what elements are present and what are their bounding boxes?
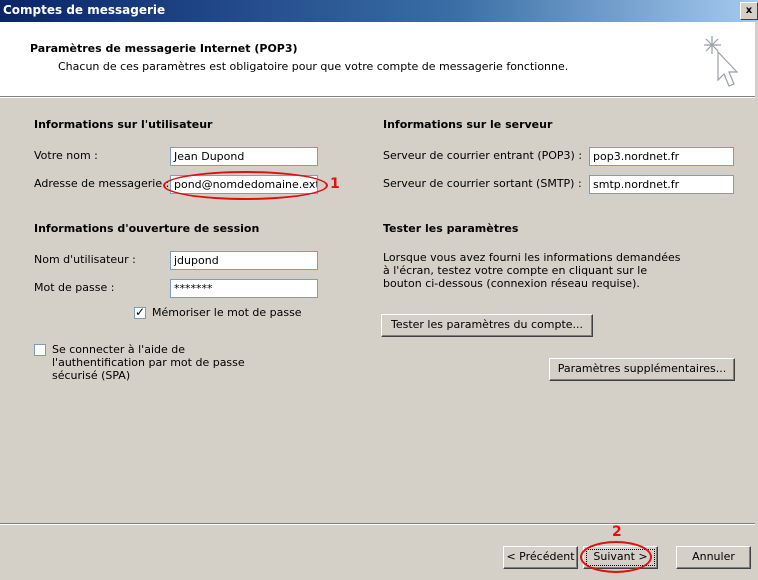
name-field[interactable]: Jean Dupond xyxy=(170,147,318,166)
user-info-heading: Informations sur l'utilisateur xyxy=(34,118,213,131)
spa-label-line-2: l'authentification par mot de passe xyxy=(52,356,245,369)
username-label: Nom d'utilisateur : xyxy=(34,253,136,266)
wizard-content: Informations sur l'utilisateur Votre nom… xyxy=(0,98,758,580)
window-title: Comptes de messagerie xyxy=(3,3,166,17)
footer-separator-highlight xyxy=(0,524,758,525)
annotation-mark-2: 2 xyxy=(612,524,622,540)
spa-checkbox[interactable] xyxy=(34,344,46,356)
page-subtitle: Chacun de ces paramètres est obligatoire… xyxy=(58,60,569,73)
previous-button[interactable]: < Précédent xyxy=(503,546,578,569)
username-field[interactable]: jdupond xyxy=(170,251,318,270)
more-settings-button[interactable]: Paramètres supplémentaires... xyxy=(549,358,735,381)
wizard-cursor-icon xyxy=(704,36,739,87)
wizard-header: Paramètres de messagerie Internet (POP3)… xyxy=(0,22,758,96)
password-field[interactable]: ******* xyxy=(170,279,318,298)
test-description-line-1: Lorsque vous avez fourni les information… xyxy=(383,251,681,264)
spa-label: Se connecter à l'aide de l'authentificat… xyxy=(52,343,245,382)
name-label: Votre nom : xyxy=(34,149,98,162)
check-icon: ✓ xyxy=(135,305,146,319)
spa-label-line-1: Se connecter à l'aide de xyxy=(52,343,185,356)
remember-password-checkbox[interactable]: ✓ xyxy=(134,305,146,319)
test-settings-heading: Tester les paramètres xyxy=(383,222,519,235)
page-title: Paramètres de messagerie Internet (POP3) xyxy=(30,42,298,55)
test-description: Lorsque vous avez fourni les information… xyxy=(383,251,680,290)
title-bar: Comptes de messagerie x xyxy=(0,0,758,22)
incoming-server-field[interactable]: pop3.nordnet.fr xyxy=(589,147,734,166)
password-label: Mot de passe : xyxy=(34,281,115,294)
incoming-server-label: Serveur de courrier entrant (POP3) : xyxy=(383,149,583,162)
close-icon[interactable]: x xyxy=(740,2,758,20)
annotation-ellipse-1 xyxy=(163,171,328,200)
cancel-button[interactable]: Annuler xyxy=(676,546,751,569)
server-info-heading: Informations sur le serveur xyxy=(383,118,553,131)
outgoing-server-field[interactable]: smtp.nordnet.fr xyxy=(589,175,734,194)
annotation-mark-1: 1 xyxy=(330,176,340,192)
test-settings-button[interactable]: Tester les paramètres du compte... xyxy=(381,314,593,337)
annotation-ellipse-2 xyxy=(580,541,652,573)
remember-password-label: Mémoriser le mot de passe xyxy=(152,306,302,319)
logon-info-heading: Informations d'ouverture de session xyxy=(34,222,260,235)
outgoing-server-label: Serveur de courrier sortant (SMTP) : xyxy=(383,177,582,190)
test-description-line-2: à l'écran, testez votre compte en cliqua… xyxy=(383,264,648,277)
test-description-line-3: bouton ci-dessous (connexion réseau requ… xyxy=(383,277,640,290)
spa-label-line-3: sécurisé (SPA) xyxy=(52,369,131,382)
email-label: Adresse de messagerie : xyxy=(34,177,170,190)
